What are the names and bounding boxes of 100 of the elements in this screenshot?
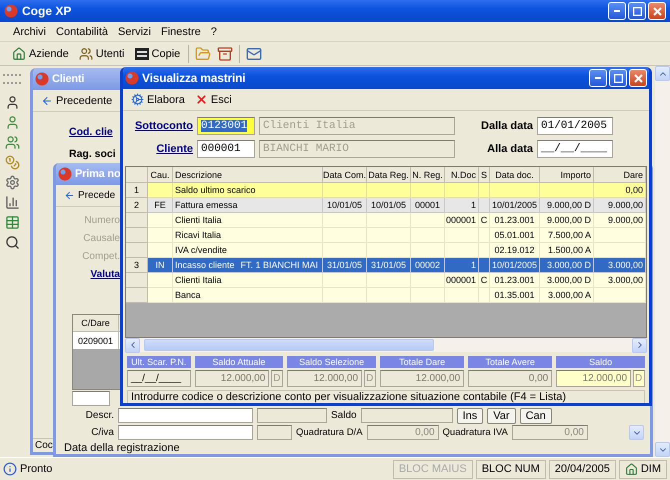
code-field[interactable]: 000001 bbox=[197, 140, 255, 158]
column-header[interactable]: S bbox=[479, 167, 490, 183]
input-field[interactable] bbox=[118, 408, 253, 423]
people-icon[interactable] bbox=[4, 135, 20, 150]
table-row[interactable]: Clienti Italia 000001 C 01.23.001 9.000,00 D 9.000,00 bbox=[126, 213, 646, 228]
window-title: Visualizza mastrini bbox=[142, 71, 246, 85]
maximize-button[interactable] bbox=[628, 2, 646, 20]
menu-item[interactable]: Contabilità bbox=[51, 26, 113, 38]
logo-icon bbox=[4, 4, 18, 18]
total-field: 12.000,00 bbox=[194, 370, 270, 387]
envelope-icon[interactable] bbox=[246, 46, 262, 62]
close-button[interactable] bbox=[648, 2, 666, 20]
search-icon[interactable] bbox=[4, 235, 20, 250]
table-row[interactable]: Ricavi Italia 05.01.001 7.500,00 A bbox=[126, 228, 646, 243]
logo-icon bbox=[35, 72, 49, 86]
coins-icon[interactable] bbox=[4, 155, 20, 170]
table-row[interactable]: Clienti Italia 000001 C 01.23.001 3.000,00 D 3.000,00 bbox=[126, 273, 646, 288]
date-field[interactable]: __/__/____ bbox=[537, 140, 613, 158]
maximize-button[interactable] bbox=[609, 69, 627, 87]
date-field[interactable]: 01/01/2005 bbox=[537, 117, 613, 135]
column-header[interactable]: Cau. bbox=[148, 167, 173, 183]
status-text: Data della registrazione bbox=[64, 442, 180, 454]
reference-text: FT. 1 BIANCHI MAI bbox=[240, 260, 318, 270]
menu-item[interactable]: Finestre bbox=[156, 26, 206, 38]
account-link[interactable]: Sottoconto bbox=[123, 120, 193, 132]
field-label: Rag. soci bbox=[69, 148, 116, 160]
table-row[interactable]: 3 IN Incasso cliente FT. 1 BIANCHI MAI 31/01/05 31/01/05 00002 1 10/01/2005 3.000,00 D 3.000,00 bbox=[126, 258, 646, 273]
input-field bbox=[257, 408, 327, 423]
arrow-left-icon bbox=[64, 190, 75, 201]
scroll-thumb[interactable] bbox=[144, 339, 434, 351]
scroll-left-button[interactable] bbox=[125, 338, 140, 352]
column-header[interactable]: Dare bbox=[594, 167, 646, 183]
minimize-button[interactable] bbox=[608, 2, 626, 20]
column-header[interactable]: Data Com. bbox=[323, 167, 367, 183]
previous-button[interactable]: Precede bbox=[62, 190, 118, 201]
vertical-scrollbar[interactable] bbox=[655, 66, 670, 457]
table-row[interactable]: 2 FE Fattura emessa 10/01/05 10/01/05 00001 1 10/01/2005 9.000,00 D 9.000,00 bbox=[126, 198, 646, 213]
table-row[interactable]: 1 Saldo ultimo scarico 0,00 bbox=[126, 183, 646, 198]
field-label: C/iva bbox=[90, 427, 114, 438]
house-icon bbox=[12, 46, 26, 60]
previous-button[interactable]: Precedente bbox=[39, 94, 114, 106]
menu-item[interactable]: ? bbox=[206, 26, 222, 38]
toolbar-button[interactable]: Aziende bbox=[10, 46, 71, 60]
settings-icon[interactable] bbox=[4, 175, 20, 190]
code-field[interactable]: 0123001 bbox=[197, 117, 255, 135]
toolbar-button[interactable]: Var bbox=[487, 408, 516, 424]
scroll-right-button[interactable] bbox=[632, 338, 647, 352]
person-icon[interactable] bbox=[4, 95, 20, 110]
input-field[interactable] bbox=[118, 425, 253, 440]
chart-icon[interactable] bbox=[4, 195, 20, 210]
table-icon[interactable] bbox=[4, 215, 20, 230]
column-header[interactable]: Importo bbox=[540, 167, 594, 183]
process-button[interactable]: Elabora bbox=[129, 93, 187, 106]
scroll-down-button[interactable] bbox=[655, 442, 670, 457]
toolbar-button[interactable]: Can bbox=[520, 408, 552, 424]
logo-icon bbox=[58, 167, 72, 181]
row-number: 3 bbox=[126, 258, 148, 273]
column-header[interactable]: Data doc. bbox=[490, 167, 540, 183]
table-row[interactable]: IVA c/vendite 02.19.012 1.500,00 A bbox=[126, 243, 646, 258]
close-icon bbox=[652, 6, 662, 16]
toolbar-button[interactable]: Copie bbox=[132, 48, 182, 60]
total-heading: Totale Dare bbox=[380, 356, 464, 368]
toolbar-button[interactable]: Utenti bbox=[76, 46, 127, 60]
house-icon bbox=[624, 462, 638, 476]
field-label: Descr. bbox=[84, 410, 114, 421]
table-cell: 01.35.001 bbox=[490, 288, 540, 303]
name-field: Clienti Italia bbox=[259, 117, 455, 135]
field-label: Saldo bbox=[331, 410, 357, 421]
field-label: Quadratura D/A bbox=[296, 427, 363, 438]
horizontal-scrollbar[interactable] bbox=[125, 338, 647, 352]
status-text: Pronto bbox=[20, 463, 52, 475]
toolbar-button[interactable]: Ins bbox=[456, 408, 484, 424]
status-text: Coc bbox=[35, 440, 53, 451]
minimize-button[interactable] bbox=[589, 69, 607, 87]
close-button[interactable] bbox=[629, 69, 647, 87]
archive-icon[interactable] bbox=[217, 46, 234, 62]
total-heading: Saldo Selezione bbox=[287, 356, 376, 368]
name-field: BIANCHI MARIO bbox=[259, 140, 455, 158]
column-header[interactable]: Descrizione bbox=[173, 167, 323, 183]
exit-button[interactable]: Esci bbox=[192, 93, 234, 106]
status-panel: BLOC NUM bbox=[476, 460, 546, 478]
field-label: Numero bbox=[83, 215, 120, 226]
input-field[interactable] bbox=[72, 391, 110, 406]
account-link[interactable]: Cliente bbox=[123, 143, 193, 155]
total-heading: Saldo Attuale bbox=[194, 356, 284, 368]
column-header[interactable]: N.Doc bbox=[445, 167, 479, 183]
arrow-left-icon bbox=[41, 94, 53, 106]
column-header[interactable]: Data Reg. bbox=[367, 167, 411, 183]
gear-icon bbox=[131, 93, 144, 106]
close-icon bbox=[634, 74, 642, 82]
menu-item[interactable]: Servizi bbox=[113, 26, 156, 38]
scroll-up-button[interactable] bbox=[655, 66, 670, 81]
scroll-down-button[interactable] bbox=[629, 425, 644, 440]
field-label: Dalla data bbox=[481, 120, 533, 132]
row-number: 2 bbox=[126, 198, 148, 213]
table-cell: Banca bbox=[173, 288, 323, 303]
field-label[interactable]: Cod. clie bbox=[69, 126, 113, 138]
menu-item[interactable]: Archivi bbox=[8, 26, 52, 38]
table-row[interactable]: Banca 01.35.001 3.000,00 A bbox=[126, 288, 646, 303]
column-header[interactable]: N. Reg. bbox=[411, 167, 445, 183]
